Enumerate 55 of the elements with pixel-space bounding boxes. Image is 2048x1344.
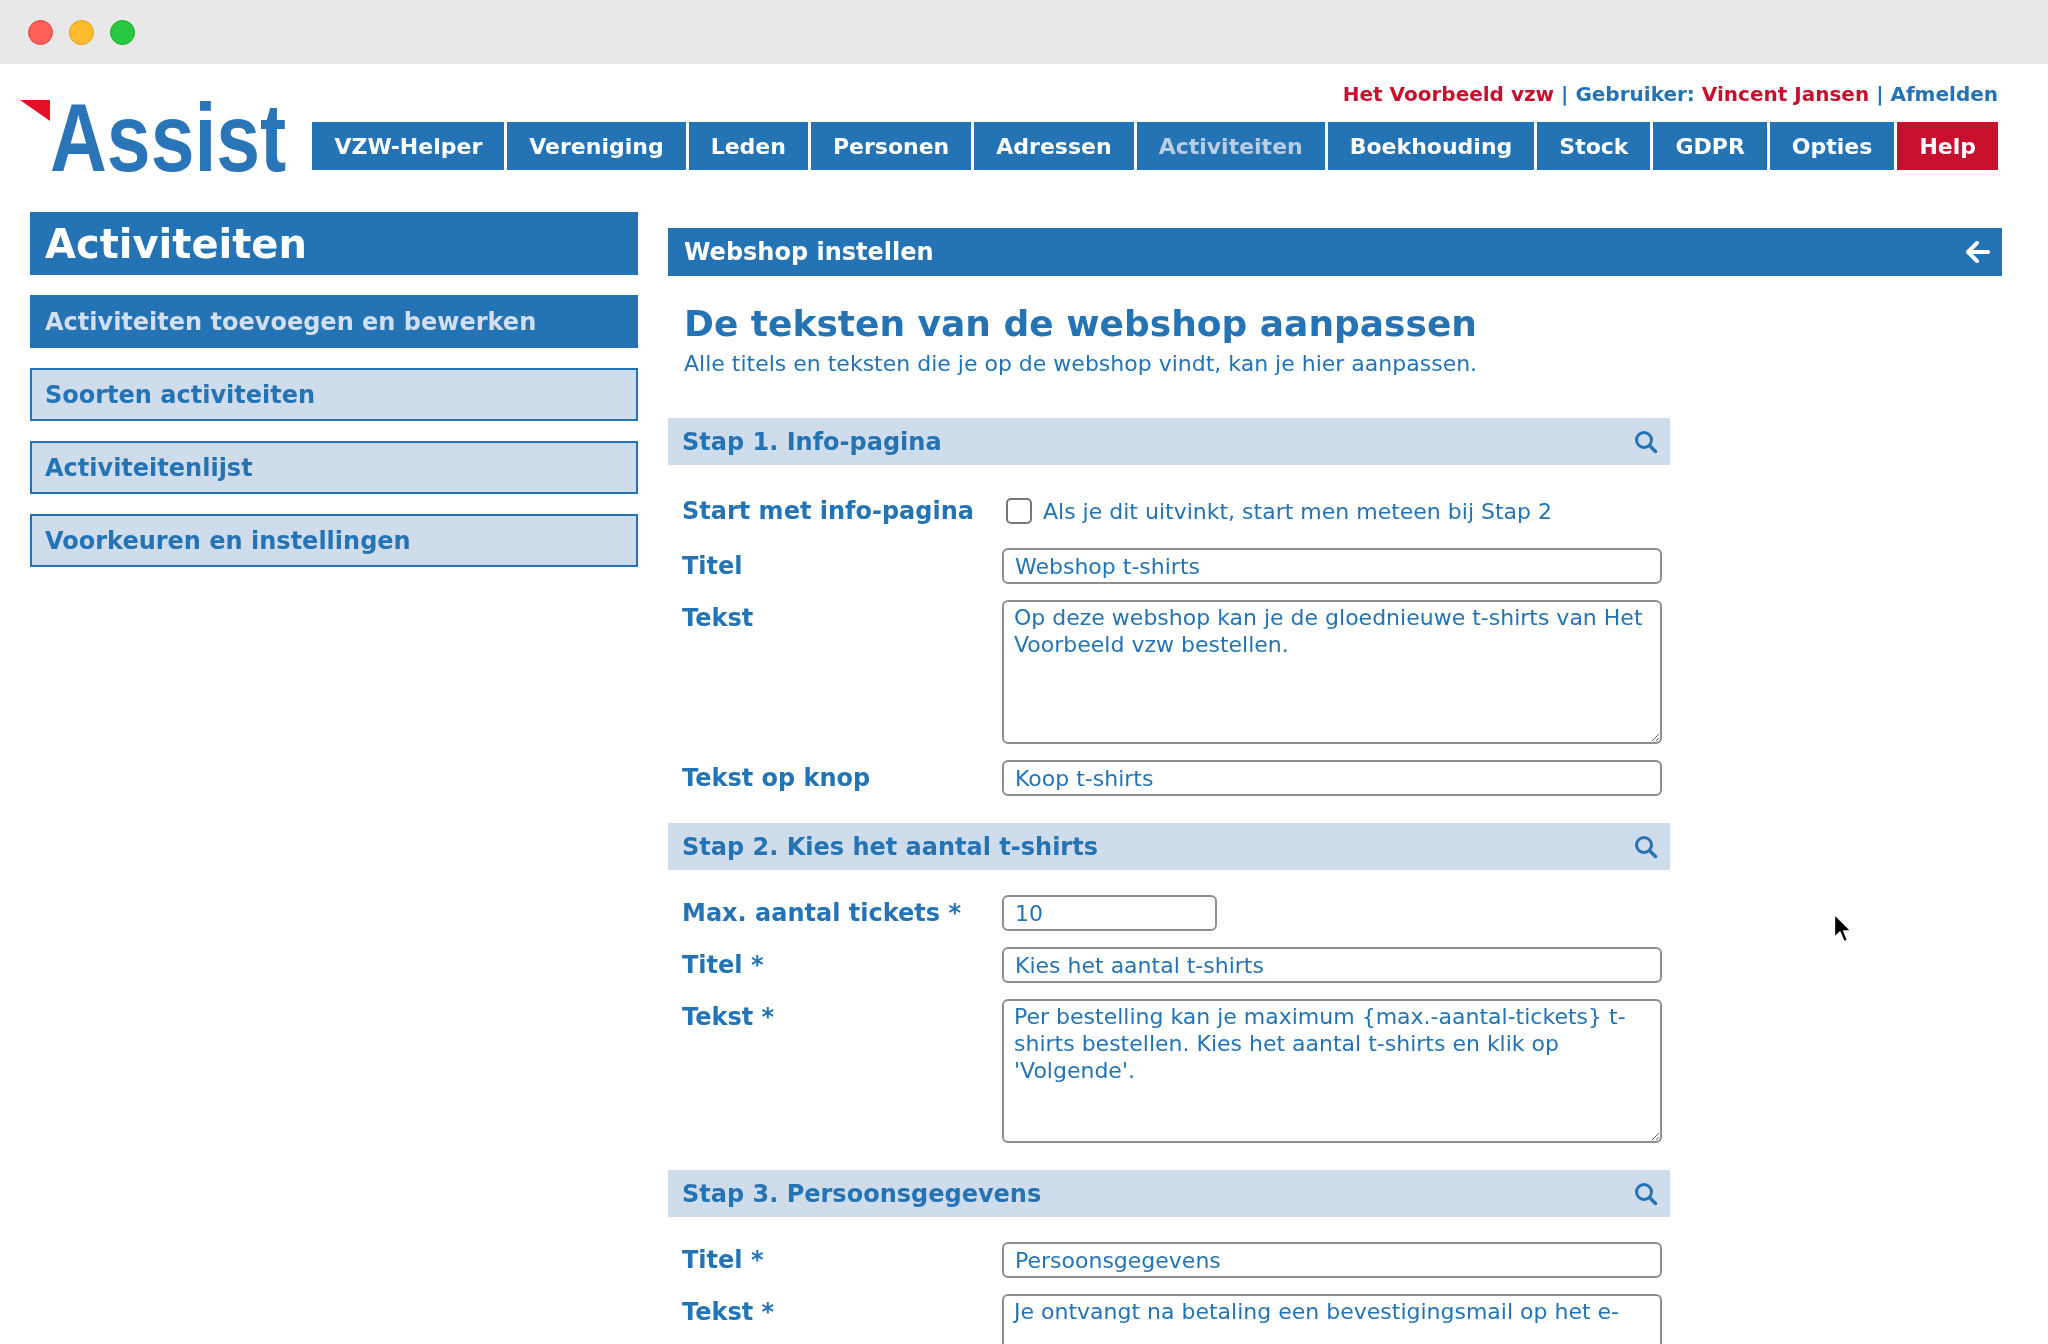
search-icon[interactable] <box>1634 1181 1658 1206</box>
user-label: Gebruiker: <box>1575 81 1695 108</box>
section-title: Stap 1. Info-pagina <box>682 426 942 458</box>
page-intro: Alle titels en teksten die je op de webshop vindt, kan je hier aanpassen. <box>684 351 1478 377</box>
nav-tab[interactable]: GDPR <box>1653 122 1767 170</box>
triangle-icon <box>20 100 50 121</box>
section-title: Stap 2. Kies het aantal t-shirts <box>682 831 1098 863</box>
field-label: Start met info-pagina <box>682 496 974 526</box>
page-heading: De teksten van de webshop aanpassen <box>684 304 1477 344</box>
input-field[interactable]: Webshop t-shirts <box>1002 548 1662 584</box>
input-field[interactable]: 10 <box>1002 895 1217 931</box>
search-icon[interactable] <box>1634 429 1658 454</box>
nav-tab[interactable]: Personen <box>810 122 972 170</box>
separator-text: | <box>1876 81 1884 108</box>
nav-tab[interactable]: Activiteiten <box>1136 122 1325 170</box>
section-title: Stap 3. Persoonsgegevens <box>682 1178 1042 1210</box>
nav-tab[interactable]: Opties <box>1769 122 1895 170</box>
field-label: Tekst * <box>682 1297 775 1327</box>
textarea-field[interactable]: Per bestelling kan je maximum {max.-aantal-tickets} t-shirts bestellen. Kies het aantal t-shirts en klik op 'Volgende'. <box>1002 999 1662 1143</box>
input-field[interactable]: Koop t-shirts <box>1002 760 1662 796</box>
nav-tab[interactable]: Leden <box>688 122 808 170</box>
nav-tab[interactable]: Help <box>1897 122 1998 170</box>
logout-link[interactable]: Afmelden <box>1890 79 1998 109</box>
field-label: Titel <box>682 551 743 581</box>
input-field[interactable]: Persoonsgegevens <box>1002 1242 1662 1278</box>
search-icon[interactable] <box>1634 834 1658 859</box>
sidebar-item[interactable]: Activiteiten toevoegen en bewerken <box>30 295 638 348</box>
field-label: Max. aantal tickets * <box>682 898 961 928</box>
checkbox-label[interactable]: Als je dit uitvinkt, start men meteen bij Stap 2 <box>1043 494 1552 528</box>
nav-tab[interactable]: Adressen <box>974 122 1134 170</box>
field-label: Titel * <box>682 950 764 980</box>
sidebar-item[interactable]: Voorkeuren en instellingen <box>30 514 638 567</box>
close-button[interactable] <box>28 19 53 45</box>
field-label: Tekst <box>682 603 754 633</box>
textarea-field[interactable]: Op deze webshop kan je de gloednieuwe t-shirts van Het Voorbeeld vzw bestellen. <box>1002 600 1662 744</box>
checkbox[interactable] <box>1006 498 1032 524</box>
sidebar-item[interactable]: Soorten activiteiten <box>30 368 638 421</box>
nav-tab[interactable]: VZW-Helper <box>312 122 505 170</box>
arrow-left-icon[interactable] <box>1966 241 1990 263</box>
user-name-link[interactable]: Vincent Jansen <box>1701 79 1870 109</box>
panel-title: Webshop instellen <box>684 237 934 268</box>
field-label: Titel * <box>682 1245 764 1275</box>
input-field[interactable]: Kies het aantal t-shirts <box>1002 947 1662 983</box>
nav-tab[interactable]: Stock <box>1537 122 1651 170</box>
separator-text: | <box>1561 81 1569 108</box>
organization-link[interactable]: Het Voorbeeld vzw <box>1342 79 1555 109</box>
sidebar-item[interactable]: Activiteitenlijst <box>30 441 638 494</box>
logo-wordmark: Assist <box>50 90 287 186</box>
sidebar-title: Activiteiten <box>30 212 638 275</box>
zoom-button[interactable] <box>110 19 135 45</box>
field-label: Tekst * <box>682 1002 775 1032</box>
textarea-field[interactable]: Je ontvangt na betaling een bevestigingsmail op het e- <box>1002 1294 1662 1344</box>
field-label: Tekst op knop <box>682 763 871 793</box>
nav-tab[interactable]: Vereniging <box>507 122 686 170</box>
nav-tab[interactable]: Boekhouding <box>1327 122 1535 170</box>
